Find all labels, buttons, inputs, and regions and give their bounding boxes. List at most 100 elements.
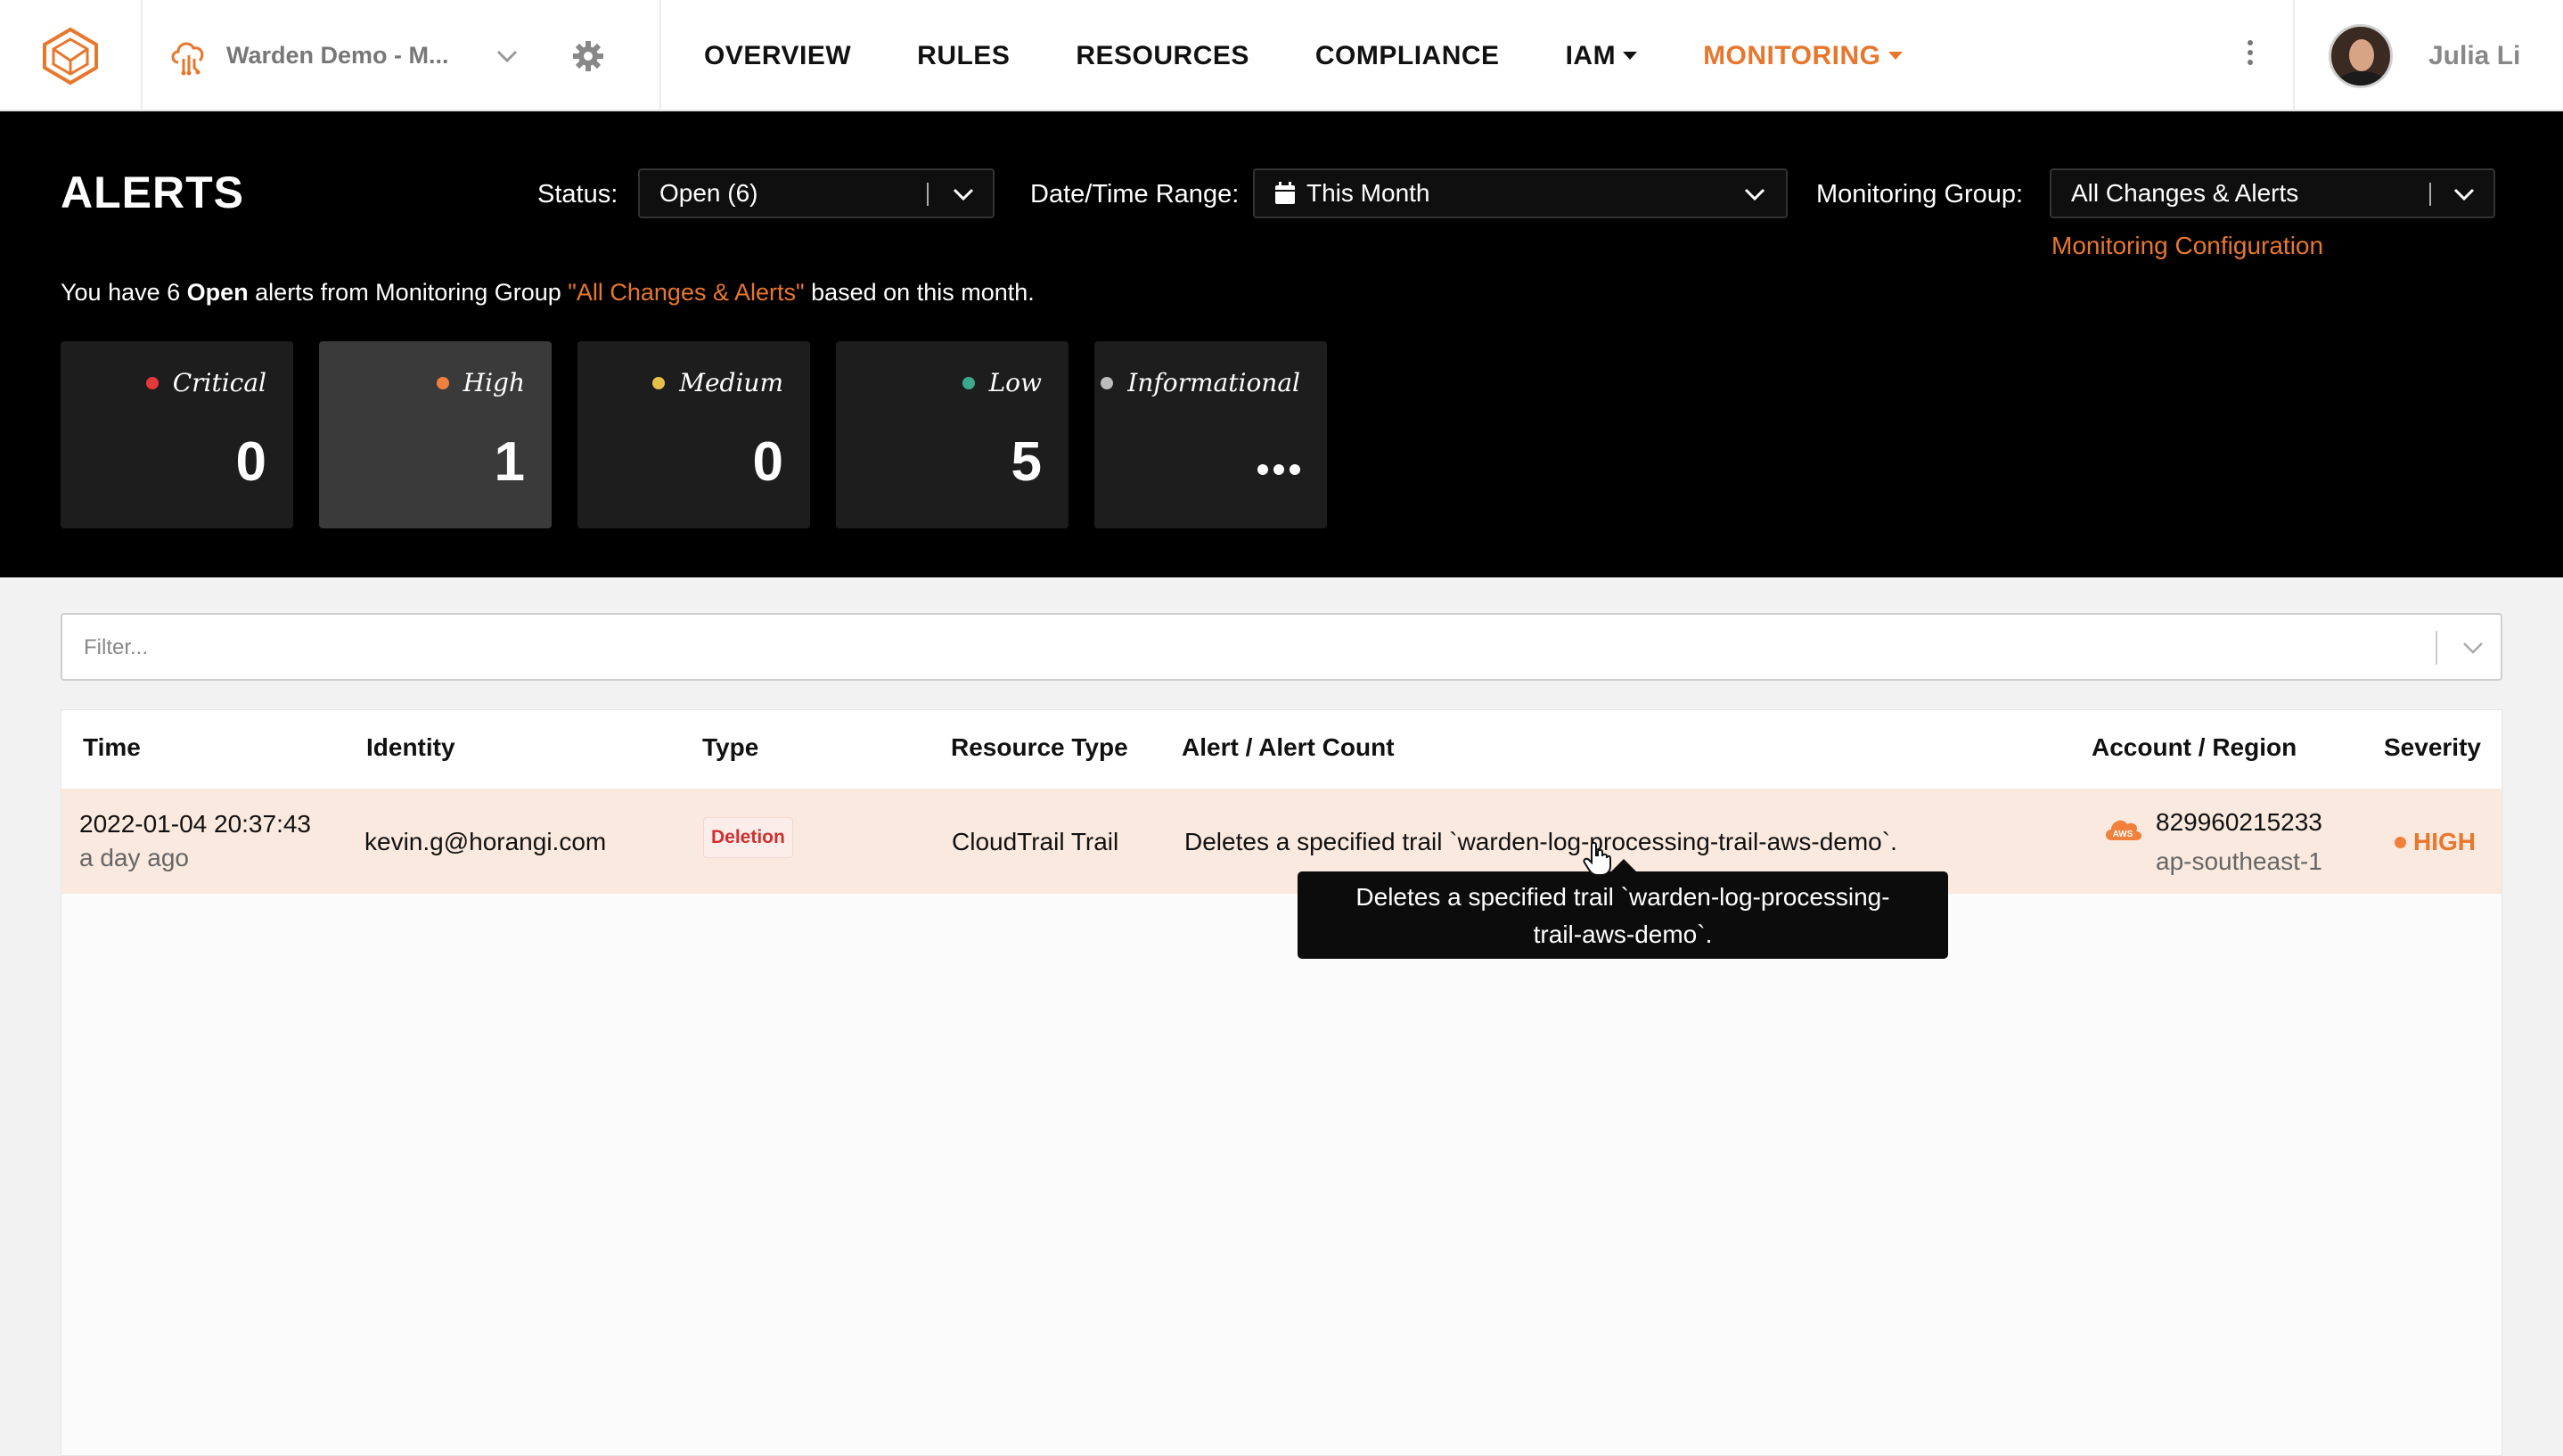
- table-row[interactable]: 2022-01-04 20:37:43 a day ago kevin.g@ho…: [61, 789, 2502, 894]
- status-select[interactable]: Open (6): [638, 168, 995, 218]
- alert-time-ago: a day ago: [79, 844, 189, 871]
- column-header-type[interactable]: Type: [702, 733, 758, 762]
- severity-card-high[interactable]: High 1: [319, 341, 552, 528]
- severity-count: 0: [235, 431, 266, 493]
- severity-card-medium[interactable]: Medium 0: [577, 341, 810, 528]
- severity-card-informational[interactable]: Informational: [1094, 341, 1327, 528]
- alert-time: 2022-01-04 20:37:43: [79, 810, 311, 838]
- monitoring-group-value: All Changes & Alerts: [2071, 179, 2299, 207]
- main-nav: OVERVIEW RULES RESOURCES COMPLIANCE IAM …: [704, 0, 1969, 111]
- alert-account: 829960215233: [2156, 808, 2322, 836]
- severity-label-text: Critical: [172, 368, 266, 397]
- status-select-value: Open (6): [659, 179, 758, 207]
- caret-down-icon: [1623, 52, 1638, 60]
- severity-label: Medium: [652, 368, 783, 397]
- nav-iam-label: IAM: [1565, 40, 1617, 70]
- alerts-table: Time Identity Type Resource Type Alert /…: [61, 709, 2502, 1456]
- severity-label-text: High: [463, 368, 525, 397]
- chevron-down-icon: [953, 188, 974, 201]
- column-header-account-region[interactable]: Account / Region: [2092, 733, 2297, 762]
- org-switcher[interactable]: Warden Demo - M...: [141, 0, 661, 111]
- chevron-down-icon: [2453, 188, 2475, 201]
- column-header-resource-type[interactable]: Resource Type: [951, 733, 1128, 762]
- summary-status: Open: [186, 279, 249, 306]
- summary-text: based on this month.: [804, 279, 1035, 306]
- column-header-time[interactable]: Time: [83, 733, 141, 762]
- type-badge: Deletion: [703, 817, 793, 858]
- alert-description[interactable]: Deletes a specified trail `warden-log-pr…: [1184, 828, 1897, 856]
- nav-resources[interactable]: RESOURCES: [1076, 41, 1249, 71]
- severity-label: Low: [962, 368, 1042, 397]
- medium-dot-icon: [652, 376, 666, 389]
- filter-input[interactable]: [82, 629, 2403, 667]
- severity-card-critical[interactable]: Critical 0: [61, 341, 293, 528]
- nav-rules[interactable]: RULES: [917, 41, 1010, 71]
- low-dot-icon: [962, 376, 975, 389]
- more-menu-icon[interactable]: [2241, 36, 2259, 75]
- org-name: Warden Demo - M...: [226, 42, 449, 69]
- summary-group: "All Changes & Alerts": [568, 279, 805, 306]
- monitoring-configuration-link[interactable]: Monitoring Configuration: [2051, 232, 2323, 260]
- nav-iam[interactable]: IAM: [1566, 41, 1638, 71]
- summary-text: alerts from Monitoring Group: [248, 279, 569, 306]
- severity-count: 1: [494, 431, 525, 493]
- table-header: Time Identity Type Resource Type Alert /…: [61, 710, 2502, 790]
- chevron-down-icon[interactable]: [495, 49, 519, 63]
- status-label: Status:: [537, 180, 618, 209]
- caret-down-icon: [1887, 52, 1903, 60]
- hand-cursor-icon: [1583, 841, 1611, 876]
- date-range-select[interactable]: This Month: [1253, 168, 1788, 218]
- aws-cloud-icon: AWS: [2106, 820, 2141, 840]
- severity-count: 5: [1011, 431, 1042, 493]
- severity-badge: HIGH: [2395, 828, 2476, 856]
- chevron-down-icon: [1744, 188, 1765, 201]
- calendar-icon: [1275, 182, 1295, 204]
- severity-count: 0: [752, 431, 783, 493]
- aws-logo-text: AWS: [2113, 830, 2133, 839]
- alert-tooltip: Deletes a specified trail `warden-log-pr…: [1298, 871, 1948, 959]
- alerts-header: ALERTS Status: Open (6) Date/Time Range:…: [0, 111, 2563, 577]
- alerts-summary: You have 6 Open alerts from Monitoring G…: [61, 279, 1035, 307]
- gear-icon[interactable]: [572, 40, 604, 72]
- high-dot-icon: [436, 376, 449, 389]
- severity-card-low[interactable]: Low 5: [836, 341, 1069, 528]
- date-range-value: This Month: [1306, 179, 1430, 207]
- severity-label: Critical: [145, 368, 266, 397]
- monitoring-group-label: Monitoring Group:: [1816, 180, 2024, 209]
- date-range-label: Date/Time Range:: [1030, 180, 1240, 209]
- filter-bar: [61, 613, 2502, 681]
- chevron-down-icon[interactable]: [2461, 638, 2485, 658]
- severity-label: Informational: [1101, 368, 1300, 397]
- severity-label-text: Low: [988, 368, 1042, 397]
- user-menu[interactable]: Julia Li: [2293, 0, 2563, 111]
- warden-logo-icon: [43, 27, 98, 85]
- nav-monitoring-label: MONITORING: [1703, 40, 1881, 70]
- tooltip-arrow: [1611, 859, 1636, 871]
- column-header-severity[interactable]: Severity: [2384, 733, 2481, 762]
- tooltip-line: Deletes a specified trail `warden-log-pr…: [1355, 883, 1890, 911]
- severity-badge-text: HIGH: [2413, 828, 2476, 855]
- app-logo[interactable]: [0, 0, 143, 111]
- page-title: ALERTS: [61, 168, 244, 217]
- informational-dot-icon: [1101, 376, 1114, 389]
- critical-dot-icon: [145, 376, 159, 389]
- summary-text: You have 6: [61, 279, 187, 306]
- severity-label: High: [436, 368, 525, 397]
- column-header-alert[interactable]: Alert / Alert Count: [1182, 733, 1395, 762]
- nav-overview[interactable]: OVERVIEW: [704, 41, 851, 71]
- monitoring-group-select[interactable]: All Changes & Alerts: [2050, 168, 2495, 218]
- avatar[interactable]: [2329, 23, 2393, 88]
- cloud-org-icon: [171, 42, 204, 75]
- alert-identity: kevin.g@horangi.com: [364, 828, 607, 855]
- nav-compliance[interactable]: COMPLIANCE: [1315, 41, 1500, 71]
- tooltip-line: trail-aws-demo`.: [1533, 920, 1713, 948]
- column-header-identity[interactable]: Identity: [366, 733, 455, 762]
- top-nav: Warden Demo - M... OVERVIEW RULES RESOUR…: [0, 0, 2563, 111]
- alert-region: ap-southeast-1: [2156, 847, 2322, 875]
- nav-monitoring[interactable]: MONITORING: [1703, 40, 1903, 71]
- high-dot-icon: [2395, 836, 2406, 848]
- user-name: Julia Li: [2428, 40, 2521, 70]
- severity-label-text: Informational: [1127, 368, 1300, 397]
- alert-resource-type: CloudTrail Trail: [952, 828, 1119, 855]
- loading-dots-icon: [1252, 464, 1300, 475]
